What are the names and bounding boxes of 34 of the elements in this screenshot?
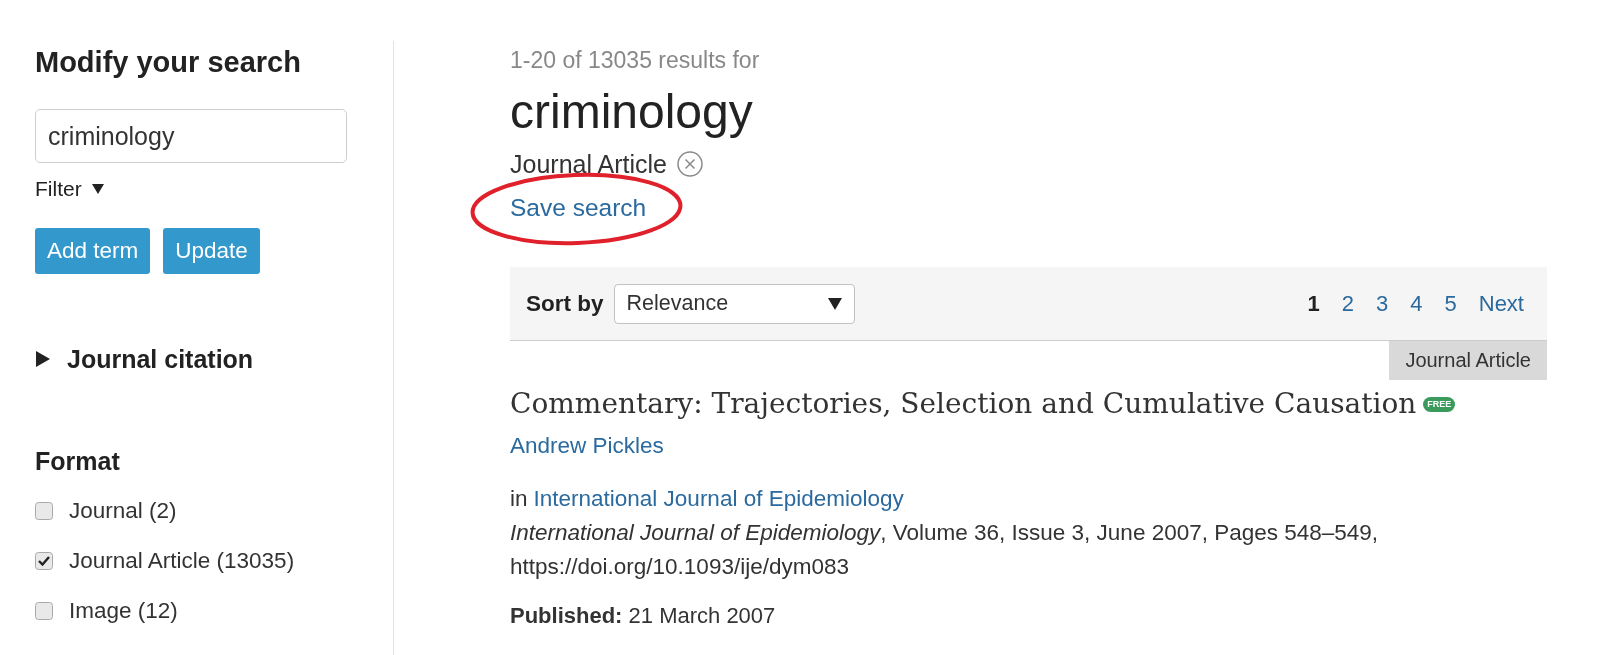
published-date: Published: 21 March 2007 <box>510 602 776 630</box>
result-title[interactable]: Commentary: Trajectories, Selection and Cumulative Causation <box>510 386 1417 422</box>
current-page[interactable]: 1 <box>1307 287 1320 320</box>
page-link[interactable]: 5 <box>1444 287 1457 320</box>
search-query: criminology <box>510 84 753 140</box>
citation-text: International Journal of Epidemiology, Volume 36, Issue 3, June 2007, Pages 548–549, <box>510 519 1379 547</box>
results-count: 1-20 of 13035 results for <box>510 46 760 74</box>
sidebar-heading: Modify your search <box>35 45 301 79</box>
caret-down-icon <box>827 297 842 310</box>
page-link[interactable]: 4 <box>1410 287 1423 320</box>
checkbox-label[interactable]: Image (12) <box>69 594 178 628</box>
checkbox[interactable] <box>35 502 53 520</box>
page-link[interactable]: 3 <box>1376 287 1389 320</box>
checkbox-label[interactable]: Journal Article (13035) <box>69 544 295 578</box>
caret-down-icon <box>91 184 104 194</box>
filter-toggle[interactable]: Filter <box>35 176 82 202</box>
active-filter-label: Journal Article <box>510 149 668 179</box>
checkbox[interactable] <box>35 602 53 620</box>
section-toggle[interactable]: Journal citation <box>67 344 254 374</box>
checkbox[interactable] <box>35 552 53 570</box>
search-input[interactable]: criminology <box>35 109 347 163</box>
journal-prefix: in <box>510 485 528 513</box>
free-badge: FREE <box>1423 396 1456 412</box>
checkbox-label[interactable]: Journal (2) <box>69 494 177 528</box>
page-link[interactable]: 2 <box>1341 287 1354 320</box>
sort-select[interactable]: Relevance <box>613 283 855 324</box>
journal-link[interactable]: International Journal of Epidemiology <box>533 482 904 516</box>
format-heading: Format <box>35 446 120 476</box>
sort-label: Sort by <box>526 289 604 318</box>
author-link[interactable]: Andrew Pickles <box>510 432 664 460</box>
format-tag: Journal Article <box>1389 341 1547 380</box>
doi-link[interactable]: https://doi.org/10.1093/ije/dym083 <box>510 550 849 584</box>
next-page-link[interactable]: Next <box>1478 287 1524 320</box>
close-icon <box>677 151 704 177</box>
